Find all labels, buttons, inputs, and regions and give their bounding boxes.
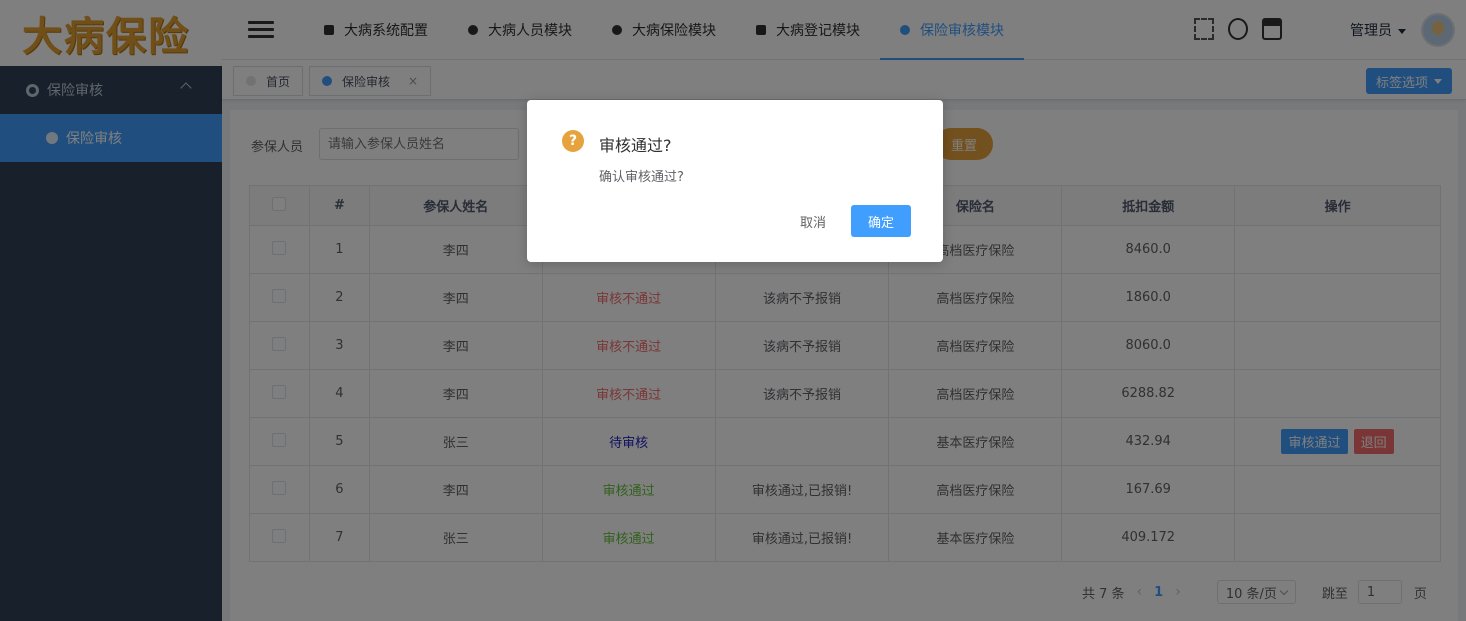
dialog-title: 审核通过? (599, 136, 672, 155)
confirm-button[interactable]: 确定 (851, 205, 911, 237)
dialog-message: 确认审核通过? (599, 170, 684, 185)
cancel-button[interactable]: 取消 (789, 205, 837, 237)
question-icon: ? (562, 130, 584, 152)
confirm-dialog: ? 审核通过? 确认审核通过? 取消 确定 (527, 100, 943, 262)
modal-overlay[interactable] (0, 0, 1466, 621)
